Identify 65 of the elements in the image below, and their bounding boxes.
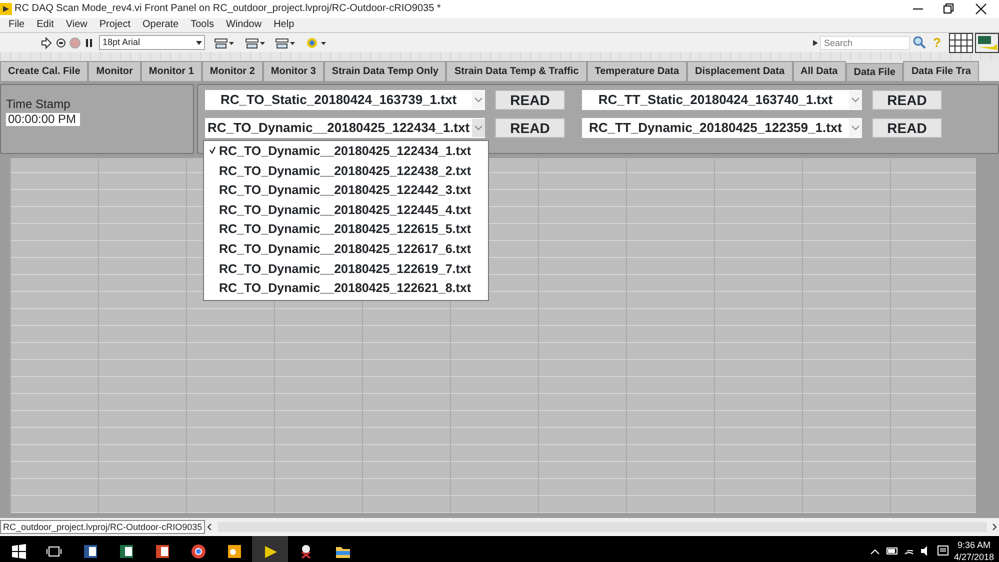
- pause-icon[interactable]: [84, 36, 94, 48]
- check-icon: [209, 146, 216, 154]
- menu-item[interactable]: Tools: [184, 18, 220, 32]
- start-icon[interactable]: [10, 542, 26, 560]
- dropdown-option[interactable]: RC_TO_Dynamic__20180425_122434_1.txt: [204, 142, 488, 162]
- read-button[interactable]: READ: [495, 118, 565, 138]
- menu-item[interactable]: Help: [268, 18, 300, 32]
- distribute-icon[interactable]: [244, 36, 266, 50]
- read-button[interactable]: READ: [872, 90, 942, 110]
- tab[interactable]: Data File Tra: [903, 61, 979, 81]
- document-icon[interactable]: [82, 542, 98, 560]
- file-dropdown[interactable]: RC_TT_Dynamic_20180425_122359_1.txt: [582, 118, 862, 138]
- menu-item[interactable]: File: [2, 18, 31, 32]
- run-continuous-icon[interactable]: [54, 36, 66, 48]
- notification-icon[interactable]: [936, 545, 949, 557]
- read-button[interactable]: READ: [872, 118, 942, 138]
- browser-icon[interactable]: [190, 542, 206, 560]
- tab[interactable]: Strain Data Temp Only: [324, 61, 446, 81]
- dropdown-option[interactable]: RC_TO_Dynamic__20180425_122617_6.txt: [204, 240, 488, 260]
- mail-icon[interactable]: [226, 542, 242, 560]
- align-icon[interactable]: [213, 36, 235, 50]
- font-selector[interactable]: 18pt Arial: [98, 35, 204, 50]
- dropdown-option[interactable]: RC_TO_Dynamic__20180425_122445_4.txt: [204, 200, 488, 220]
- search-icon[interactable]: [912, 36, 926, 49]
- tab[interactable]: Create Cal. File: [0, 61, 88, 81]
- window-title: RC DAQ Scan Mode_rev4.vi Front Panel on RC_outdoor_project.lvproj/RC-Outdoor-cRIO9035 *: [14, 2, 442, 16]
- menu-item[interactable]: View: [60, 18, 94, 32]
- tab[interactable]: Strain Data Temp & Traffic: [446, 61, 587, 81]
- slides-icon[interactable]: [154, 542, 170, 560]
- read-button[interactable]: READ: [495, 90, 565, 110]
- reorder-icon[interactable]: [304, 36, 326, 50]
- connector-pane-icon: [948, 32, 972, 52]
- tab[interactable]: Displacement Data: [687, 61, 793, 81]
- file-dropdown[interactable]: RC_TO_Dynamic__20180425_122434_1.txt: [205, 118, 485, 138]
- battery-icon[interactable]: [886, 545, 898, 557]
- app-icon: [0, 3, 12, 15]
- run-arrow-icon[interactable]: [40, 36, 52, 48]
- file-dropdown[interactable]: RC_TT_Static_20180424_163740_1.txt: [582, 90, 862, 110]
- dropdown-option[interactable]: RC_TO_Dynamic__20180425_122621_8.txt: [204, 279, 488, 299]
- tab[interactable]: Monitor 3: [262, 61, 324, 81]
- file-dropdown[interactable]: RC_TO_Static_20180424_163739_1.txt: [205, 90, 485, 110]
- tab[interactable]: Temperature Data: [586, 61, 688, 81]
- dropdown-option[interactable]: RC_TO_Dynamic__20180425_122615_5.txt: [204, 220, 488, 240]
- tab[interactable]: Monitor 1: [140, 61, 202, 81]
- menu-item[interactable]: Operate: [136, 18, 185, 32]
- tab[interactable]: Data File: [846, 63, 904, 81]
- clock-time: 9:36 AM: [956, 539, 992, 551]
- menu-item[interactable]: Window: [220, 18, 268, 32]
- menu-item[interactable]: Edit: [30, 18, 60, 32]
- font-name: 18pt Arial: [102, 36, 140, 49]
- tab[interactable]: All Data: [792, 61, 846, 81]
- field-label: Time Stamp: [6, 96, 72, 112]
- search-field[interactable]: Search: [820, 36, 910, 50]
- status-path: RC_outdoor_project.lvproj/RC-Outdoor-cRIO9035: [0, 520, 206, 534]
- menu-item[interactable]: Project: [93, 18, 136, 32]
- spreadsheet-icon[interactable]: [118, 542, 134, 560]
- dropdown-option[interactable]: RC_TO_Dynamic__20180425_122438_2.txt: [204, 162, 488, 182]
- clock-date: 4/27/2018: [954, 551, 994, 562]
- expand-arrow-icon[interactable]: [812, 40, 818, 46]
- time-stamp-field: 00:00:00 PM: [6, 112, 80, 126]
- dropdown-option[interactable]: RC_TO_Dynamic__20180425_122619_7.txt: [204, 260, 488, 280]
- tab[interactable]: Monitor 2: [202, 61, 263, 81]
- resize-icon[interactable]: [274, 36, 296, 50]
- tab[interactable]: Monitor: [88, 61, 141, 81]
- dropdown-option[interactable]: RC_TO_Dynamic__20180425_122442_3.txt: [204, 181, 488, 201]
